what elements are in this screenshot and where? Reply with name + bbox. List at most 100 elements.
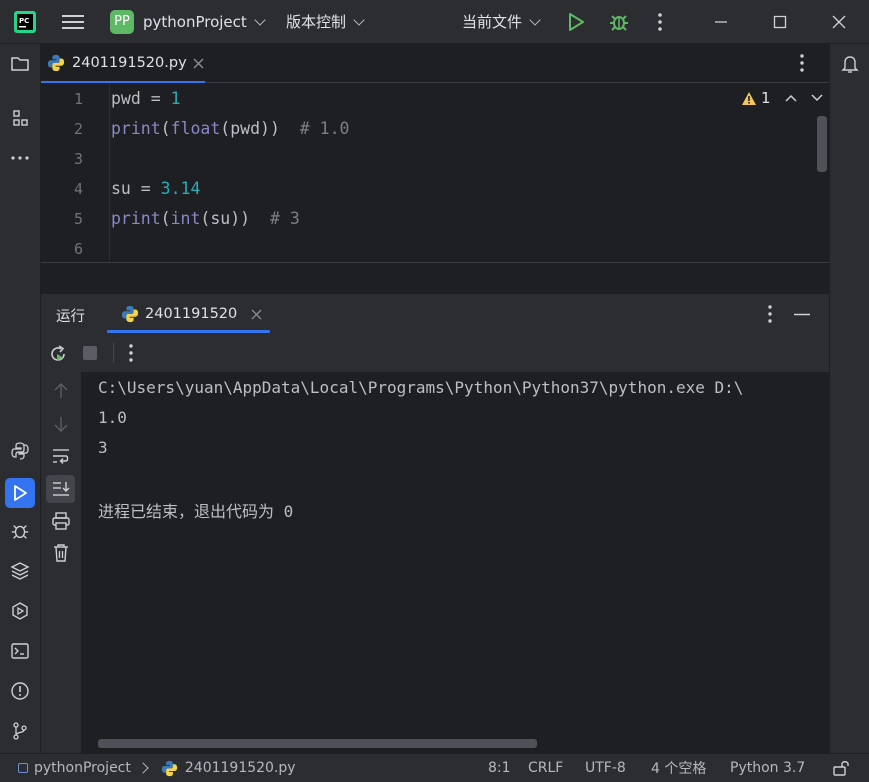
code-token: su = bbox=[111, 179, 161, 198]
run-tab[interactable]: 2401191520 bbox=[107, 294, 270, 334]
title-bar: PC PP pythonProject 版本控制 当前文件 bbox=[0, 0, 869, 44]
console-line: 进程已结束，退出代码为 0 bbox=[98, 502, 294, 521]
breadcrumb-project[interactable]: pythonProject bbox=[34, 760, 131, 776]
run-side-toolbar bbox=[41, 372, 82, 753]
more-vertical-icon[interactable] bbox=[126, 343, 136, 363]
line-number: 1 bbox=[73, 90, 83, 108]
code-token: float bbox=[170, 119, 221, 138]
line-number: 5 bbox=[73, 210, 83, 228]
trash-icon[interactable] bbox=[52, 543, 70, 563]
arrow-down-icon[interactable] bbox=[52, 415, 70, 433]
code-token: int bbox=[170, 209, 201, 228]
console-scrollbar-thumb[interactable] bbox=[98, 739, 537, 748]
console-line: 3 bbox=[98, 438, 108, 457]
editor-tab-file[interactable]: 2401191520.py bbox=[41, 44, 205, 83]
code-editor[interactable]: 1 pwd = 1 2 print(float(pwd)) # 1.0 3 4 su = 3… bbox=[41, 83, 829, 263]
lock-icon[interactable] bbox=[832, 754, 850, 782]
notifications-icon[interactable] bbox=[838, 52, 862, 76]
code-line: su = 3.14 bbox=[111, 179, 200, 198]
project-switcher[interactable]: PP pythonProject bbox=[110, 0, 266, 43]
right-tool-strip bbox=[829, 44, 869, 753]
debug-icon[interactable] bbox=[608, 0, 630, 43]
print-icon[interactable] bbox=[51, 511, 71, 531]
warning-icon bbox=[742, 91, 756, 105]
editor-tab-label: 2401191520.py bbox=[72, 55, 187, 71]
more-vertical-icon[interactable] bbox=[655, 0, 665, 43]
vcs-label: 版本控制 bbox=[286, 13, 347, 31]
code-line: print(int(su)) # 3 bbox=[111, 209, 300, 228]
breadcrumb: pythonProject 2401191520.py bbox=[18, 754, 296, 782]
scroll-to-end-icon[interactable] bbox=[46, 475, 75, 503]
rerun-icon[interactable] bbox=[48, 344, 68, 364]
vcs-menu[interactable]: 版本控制 bbox=[286, 0, 365, 43]
main-menu-icon[interactable] bbox=[62, 0, 84, 43]
console-line: 1.0 bbox=[98, 408, 127, 427]
line-separator[interactable]: CRLF bbox=[528, 754, 563, 782]
code-token: # 3 bbox=[269, 209, 300, 228]
toolbar-divider bbox=[113, 343, 114, 363]
stop-icon[interactable] bbox=[83, 346, 97, 360]
code-token: print bbox=[111, 209, 161, 228]
chevron-down-icon bbox=[254, 13, 266, 26]
run-toolbar bbox=[41, 334, 829, 373]
python-console-icon[interactable] bbox=[8, 439, 32, 463]
terminal-icon[interactable] bbox=[8, 639, 32, 663]
code-token: ( bbox=[160, 119, 171, 138]
line-number: 4 bbox=[73, 180, 83, 198]
editor-scrollbar-thumb[interactable] bbox=[817, 116, 827, 172]
editor-tab-bar: 2401191520.py bbox=[41, 44, 829, 83]
chevron-right-icon bbox=[137, 762, 149, 774]
minimize-icon[interactable] bbox=[713, 0, 729, 43]
run-console-output[interactable]: C:\Users\yuan\AppData\Local\Programs\Pyt… bbox=[82, 372, 829, 753]
python-run-icon bbox=[121, 305, 139, 323]
pycharm-logo-icon[interactable]: PC bbox=[14, 0, 36, 43]
caret-position[interactable]: 8:1 bbox=[488, 754, 511, 782]
breadcrumb-file[interactable]: 2401191520.py bbox=[185, 760, 296, 776]
git-icon[interactable] bbox=[8, 719, 32, 743]
more-horizontal-icon[interactable] bbox=[8, 146, 32, 170]
chevron-down-icon bbox=[353, 13, 365, 26]
code-line: pwd = 1 bbox=[111, 89, 181, 108]
indent-setting[interactable]: 4 个空格 bbox=[651, 754, 706, 782]
code-token: 3.14 bbox=[160, 179, 201, 198]
inspection-widget[interactable]: 1 bbox=[741, 89, 823, 107]
code-token: (pwd)) bbox=[220, 119, 300, 138]
close-tab-icon[interactable] bbox=[251, 309, 262, 320]
python-file-icon bbox=[161, 760, 178, 777]
code-token: (su)) bbox=[200, 209, 270, 228]
run-config-selector[interactable]: 当前文件 bbox=[462, 0, 541, 43]
code-token: # 1.0 bbox=[299, 119, 350, 138]
debug-tool-icon[interactable] bbox=[8, 519, 32, 543]
file-encoding[interactable]: UTF-8 bbox=[585, 754, 626, 782]
project-name: pythonProject bbox=[143, 12, 247, 31]
run-panel-header: 运行 2401191520 bbox=[41, 293, 829, 334]
more-vertical-icon[interactable] bbox=[765, 304, 775, 324]
close-icon[interactable] bbox=[831, 0, 847, 43]
arrow-up-icon[interactable] bbox=[52, 382, 70, 400]
status-bar: pythonProject 2401191520.py 8:1 CRLF UTF… bbox=[0, 753, 869, 782]
problems-icon[interactable] bbox=[8, 679, 32, 703]
chevron-up-icon[interactable] bbox=[785, 94, 797, 102]
run-tool-icon[interactable] bbox=[5, 478, 35, 508]
structure-icon[interactable] bbox=[8, 106, 32, 130]
layers-icon[interactable] bbox=[8, 559, 32, 583]
folder-icon[interactable] bbox=[8, 52, 32, 76]
svg-text:PC: PC bbox=[19, 17, 29, 25]
soft-wrap-icon[interactable] bbox=[51, 447, 71, 465]
gutter-divider bbox=[109, 83, 110, 262]
module-icon bbox=[18, 763, 28, 773]
maximize-icon[interactable] bbox=[772, 0, 788, 43]
services-icon[interactable] bbox=[8, 599, 32, 623]
code-token: print bbox=[111, 119, 161, 138]
console-line: C:\Users\yuan\AppData\Local\Programs\Pyt… bbox=[98, 378, 744, 397]
close-tab-icon[interactable] bbox=[193, 58, 204, 69]
python-interpreter[interactable]: Python 3.7 bbox=[730, 754, 805, 782]
line-number: 3 bbox=[73, 150, 83, 168]
line-number: 2 bbox=[73, 120, 83, 138]
code-line: print(float(pwd)) # 1.0 bbox=[111, 119, 349, 138]
chevron-down-icon[interactable] bbox=[811, 94, 823, 102]
more-vertical-icon[interactable] bbox=[797, 53, 807, 73]
run-tab-label: 2401191520 bbox=[145, 306, 238, 322]
run-icon[interactable] bbox=[566, 0, 586, 43]
hide-panel-icon[interactable] bbox=[794, 313, 810, 316]
